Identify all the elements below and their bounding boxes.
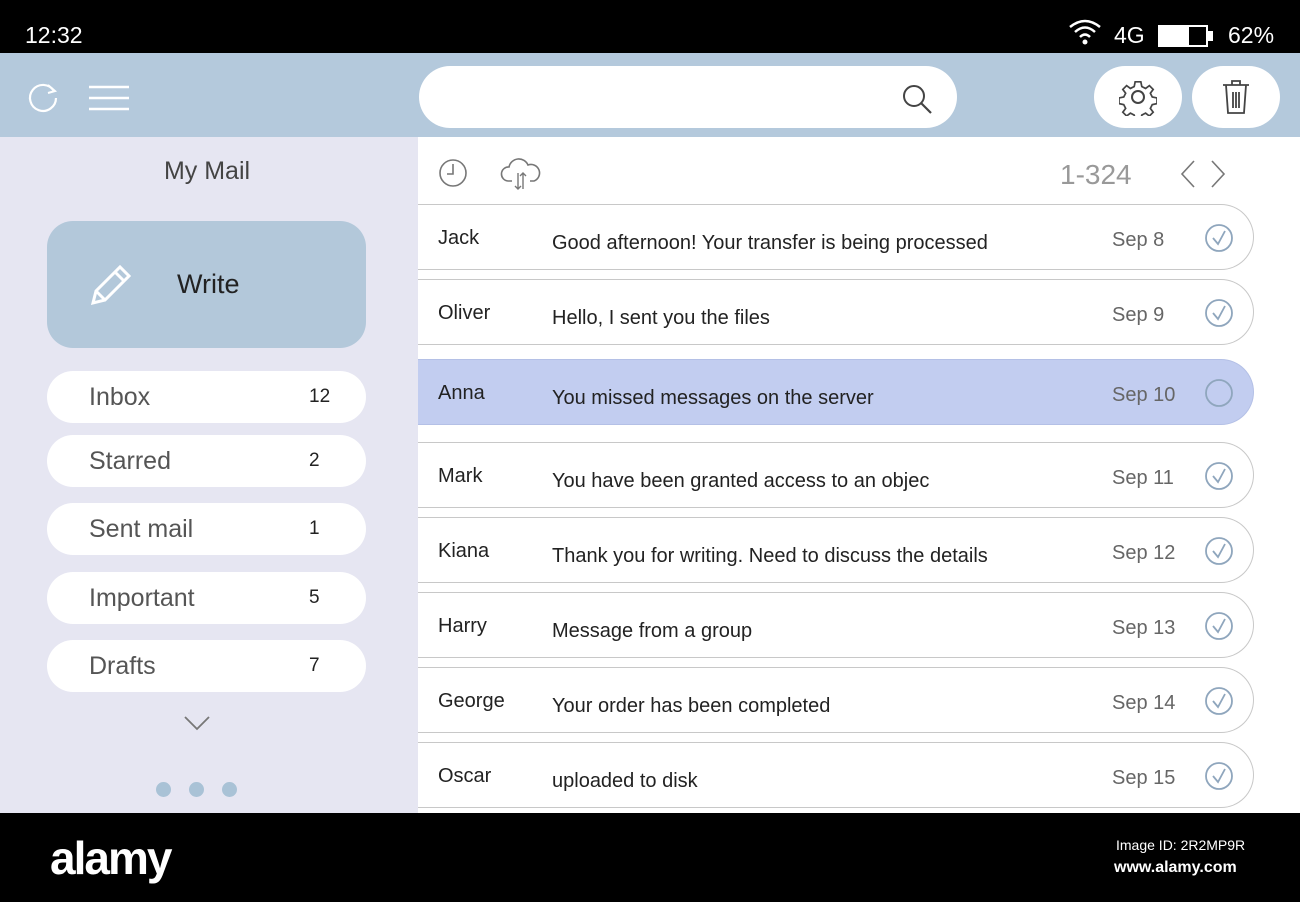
sender: George [438,690,505,712]
item-count: 7 [309,655,320,676]
write-button[interactable]: Write [47,221,366,348]
message-row[interactable]: Oliver Hello, I sent you the files Sep 9 [418,279,1254,345]
subject: Hello, I sent you the files [552,307,770,329]
search-icon[interactable] [901,83,933,115]
subject: You missed messages on the server [552,387,874,409]
sender: Anna [438,382,485,404]
page-dot[interactable] [189,782,204,797]
refresh-icon[interactable] [26,81,60,115]
site-url: www.alamy.com [1114,859,1237,876]
date: Sep 10 [1112,384,1176,406]
date: Sep 8 [1112,229,1165,251]
sender: Harry [438,615,487,637]
page-dot[interactable] [222,782,237,797]
delete-button[interactable] [1192,66,1280,128]
item-label: Drafts [89,652,156,680]
message-row[interactable]: Anna You missed messages on the server S… [418,359,1254,425]
subject: Your order has been completed [552,695,831,717]
page-range: 1-324 [1060,159,1132,190]
sender: Kiana [438,540,490,562]
date: Sep 11 [1112,467,1174,489]
settings-button[interactable] [1094,66,1182,128]
message-panel: 1-324 Jack Good afternoon! Your transfer… [418,137,1300,813]
item-label: Inbox [89,383,151,411]
battery-tip [1208,31,1213,41]
message-row[interactable]: Kiana Thank you for writing. Need to dis… [418,517,1254,583]
sender: Oliver [438,302,491,324]
subject: Thank you for writing. Need to discuss t… [552,545,988,567]
subject: uploaded to disk [552,770,698,792]
date: Sep 15 [1112,767,1176,789]
sidebar-item-inbox[interactable]: Inbox 12 [47,371,366,423]
write-label: Write [177,269,240,299]
image-id: Image ID: 2R2MP9R [1116,837,1246,853]
sender: Mark [438,465,483,487]
sidebar-item-important[interactable]: Important 5 [47,572,366,624]
item-count: 5 [309,587,320,608]
sender: Jack [438,227,480,249]
wifi-icon [1069,19,1101,45]
item-label: Important [89,584,195,612]
prev-page-icon[interactable] [1180,159,1196,189]
empty-circle-icon[interactable] [1204,378,1234,408]
message-row[interactable]: Harry Message from a group Sep 13 [418,592,1254,658]
sidebar-title: My Mail [163,157,251,185]
search-input[interactable] [419,66,957,128]
check-circle-icon[interactable] [1204,223,1234,253]
item-label: Starred [89,447,171,475]
watermark-logo: alamy [50,832,172,884]
check-circle-icon[interactable] [1204,761,1234,791]
subject: Good afternoon! Your transfer is being p… [552,232,988,254]
battery-percent: 62% [1228,22,1275,48]
sender: Oscar [438,765,492,787]
message-row[interactable]: George Your order has been completed Sep… [418,667,1254,733]
pencil-icon [90,264,132,306]
battery-icon [1158,25,1208,47]
menu-icon[interactable] [88,85,130,111]
date: Sep 13 [1112,617,1176,639]
message-row[interactable]: Oscar uploaded to disk Sep 15 [418,742,1254,808]
message-row[interactable]: Jack Good afternoon! Your transfer is be… [418,204,1254,270]
sidebar: My Mail Write Inbox 12 Starred 2 Sent mail… [0,137,418,813]
cloud-sync-icon[interactable] [500,155,542,191]
check-circle-icon[interactable] [1204,536,1234,566]
gear-icon [1119,80,1157,116]
item-label: Sent mail [89,515,194,543]
network-type: 4G [1114,22,1145,48]
subject: You have been granted access to an objec [552,470,930,492]
date: Sep 12 [1112,542,1176,564]
next-page-icon[interactable] [1210,159,1226,189]
item-count: 1 [309,518,320,539]
sidebar-item-sent-mail[interactable]: Sent mail 1 [47,503,366,555]
status-bar: 12:32 4G 62% [0,0,1300,53]
message-row[interactable]: Mark You have been granted access to an … [418,442,1254,508]
sidebar-item-starred[interactable]: Starred 2 [47,435,366,487]
chevron-down-icon[interactable] [183,715,211,731]
date: Sep 9 [1112,304,1165,326]
page-dot[interactable] [156,782,171,797]
item-count: 12 [309,386,331,407]
check-circle-icon[interactable] [1204,686,1234,716]
check-circle-icon[interactable] [1204,461,1234,491]
check-circle-icon[interactable] [1204,298,1234,328]
sidebar-item-drafts[interactable]: Drafts 7 [47,640,366,692]
item-count: 2 [309,450,320,471]
clock: 12:32 [25,22,83,48]
trash-icon [1223,80,1249,114]
clock-icon[interactable] [438,158,468,188]
watermark-bar: alamy Image ID: 2R2MP9R www.alamy.com [0,813,1300,902]
date: Sep 14 [1112,692,1176,714]
subject: Message from a group [552,620,753,642]
check-circle-icon[interactable] [1204,611,1234,641]
